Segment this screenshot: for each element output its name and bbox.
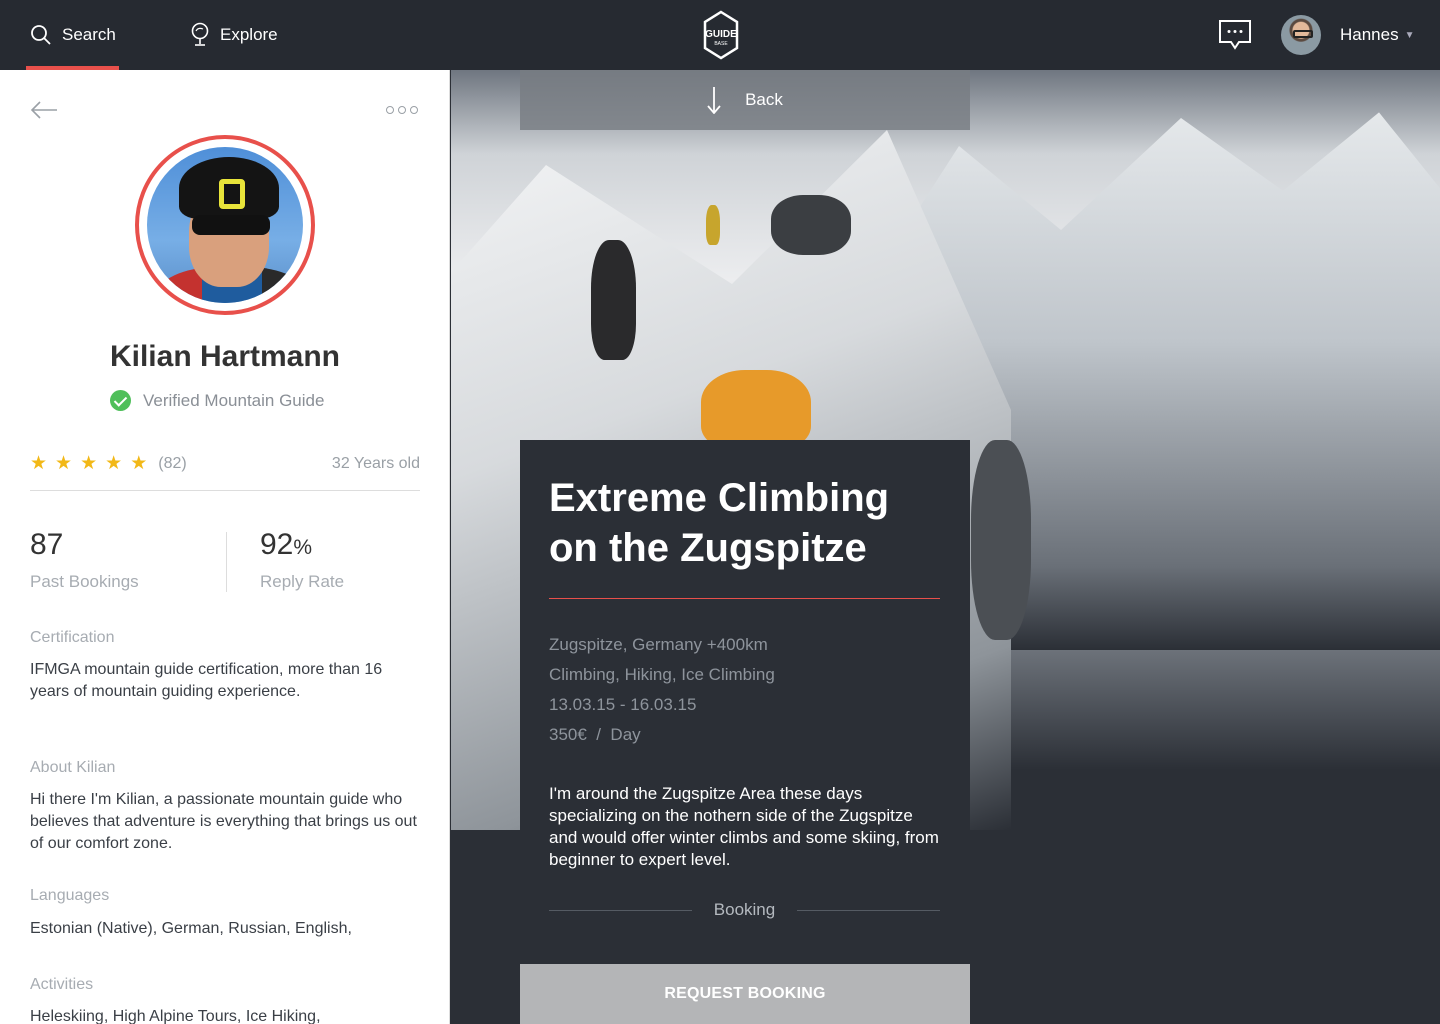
back-button[interactable]: Back bbox=[520, 70, 970, 130]
stat-divider bbox=[226, 532, 227, 592]
verified-badge: Verified Mountain Guide bbox=[110, 390, 324, 411]
section-title-about: About Kilian bbox=[30, 759, 116, 776]
section-title-languages: Languages bbox=[30, 887, 110, 904]
back-arrow-icon[interactable] bbox=[30, 100, 58, 120]
logo-text-bottom: BASE bbox=[714, 41, 728, 47]
trip-description: I'm around the Zugspitze Area these days… bbox=[549, 784, 939, 869]
section-body-activities: Heleskiing, High Alpine Tours, Ice Hikin… bbox=[30, 1008, 321, 1024]
section-body-about: Hi there I'm Kilian, a passionate mounta… bbox=[30, 791, 417, 852]
stat-label: Past Bookings bbox=[30, 572, 139, 591]
explore-icon bbox=[191, 22, 209, 46]
section-body-languages: Estonian (Native), German, Russian, Engl… bbox=[30, 920, 352, 937]
trip-activities: Climbing, Hiking, Ice Climbing bbox=[549, 665, 775, 684]
guide-age: 32 Years old bbox=[331, 455, 420, 472]
more-icon[interactable] bbox=[386, 106, 418, 114]
search-icon bbox=[31, 25, 51, 45]
trip-price: 350€ / Day bbox=[549, 725, 641, 744]
trip-title-line2: on the Zugspitze bbox=[549, 526, 867, 570]
chevron-down-icon: ▼ bbox=[1404, 29, 1415, 41]
section-body-certification: IFMGA mountain guide certification, more… bbox=[30, 661, 383, 700]
rating[interactable]: ★ ★ ★ ★ ★ (82) bbox=[30, 454, 187, 473]
nav-search[interactable]: Search bbox=[26, 0, 120, 70]
star-icon: ★ bbox=[30, 453, 48, 474]
user-menu[interactable]: Hannes ▼ bbox=[1281, 15, 1415, 55]
section-title-certification: Certification bbox=[30, 629, 115, 646]
trip-hero: Back Extreme Climbing on the Zugspitze Z… bbox=[451, 70, 1440, 1024]
logo-text-top: GUIDE bbox=[705, 29, 737, 40]
back-label: Back bbox=[745, 90, 783, 109]
mountain-photo-climber bbox=[701, 370, 811, 450]
check-icon bbox=[110, 390, 131, 411]
rating-count: (82) bbox=[158, 454, 187, 472]
divider bbox=[30, 490, 420, 491]
guide-profile-panel: Kilian Hartmann Verified Mountain Guide … bbox=[0, 70, 450, 1024]
section-title-activities: Activities bbox=[30, 976, 94, 993]
nav-explore[interactable]: Explore bbox=[190, 0, 278, 70]
nav-search-label: Search bbox=[62, 25, 116, 44]
stat-reply-rate: 92% Reply Rate bbox=[260, 528, 344, 592]
star-icon: ★ bbox=[80, 453, 98, 474]
request-booking-button[interactable]: REQUEST BOOKING bbox=[520, 964, 970, 1024]
mountain-photo-rock bbox=[971, 440, 1031, 640]
nav-explore-label: Explore bbox=[220, 25, 278, 44]
message-icon[interactable] bbox=[1218, 19, 1252, 50]
logo[interactable]: GUIDE BASE bbox=[702, 10, 740, 60]
down-arrow-icon bbox=[707, 87, 721, 114]
verified-label: Verified Mountain Guide bbox=[143, 390, 325, 410]
guide-avatar bbox=[135, 135, 315, 315]
trip-title-rule bbox=[549, 598, 940, 599]
user-avatar bbox=[1281, 15, 1321, 55]
stat-label: Reply Rate bbox=[260, 572, 345, 591]
star-icon: ★ bbox=[105, 453, 123, 474]
star-icon: ★ bbox=[130, 453, 148, 474]
stat-value: 87 bbox=[30, 528, 64, 561]
booking-label: Booking bbox=[713, 900, 776, 919]
star-icon: ★ bbox=[55, 453, 73, 474]
trip-title-line1: Extreme Climbing bbox=[549, 476, 890, 520]
mountain-photo-rock bbox=[771, 195, 851, 255]
trip-card: Extreme Climbing on the Zugspitze Zugspi… bbox=[520, 440, 970, 1024]
stat-past-bookings: 87 Past Bookings bbox=[30, 528, 139, 592]
stat-value: 92 bbox=[260, 528, 294, 561]
trip-dates: 13.03.15 - 16.03.15 bbox=[549, 695, 697, 714]
stat-suffix: % bbox=[293, 536, 313, 559]
top-navigation: Search Explore GUIDE BASE Hannes ▼ bbox=[0, 0, 1440, 70]
mountain-photo-climber bbox=[706, 205, 720, 245]
mountain-photo-climber bbox=[591, 240, 636, 360]
booking-section-label: Booking bbox=[549, 900, 940, 920]
trip-title: Extreme Climbing on the Zugspitze bbox=[549, 473, 949, 573]
guide-name: Kilian Hartmann bbox=[109, 340, 341, 373]
user-name: Hannes bbox=[1340, 25, 1399, 44]
trip-location: Zugspitze, Germany +400km bbox=[549, 635, 768, 654]
